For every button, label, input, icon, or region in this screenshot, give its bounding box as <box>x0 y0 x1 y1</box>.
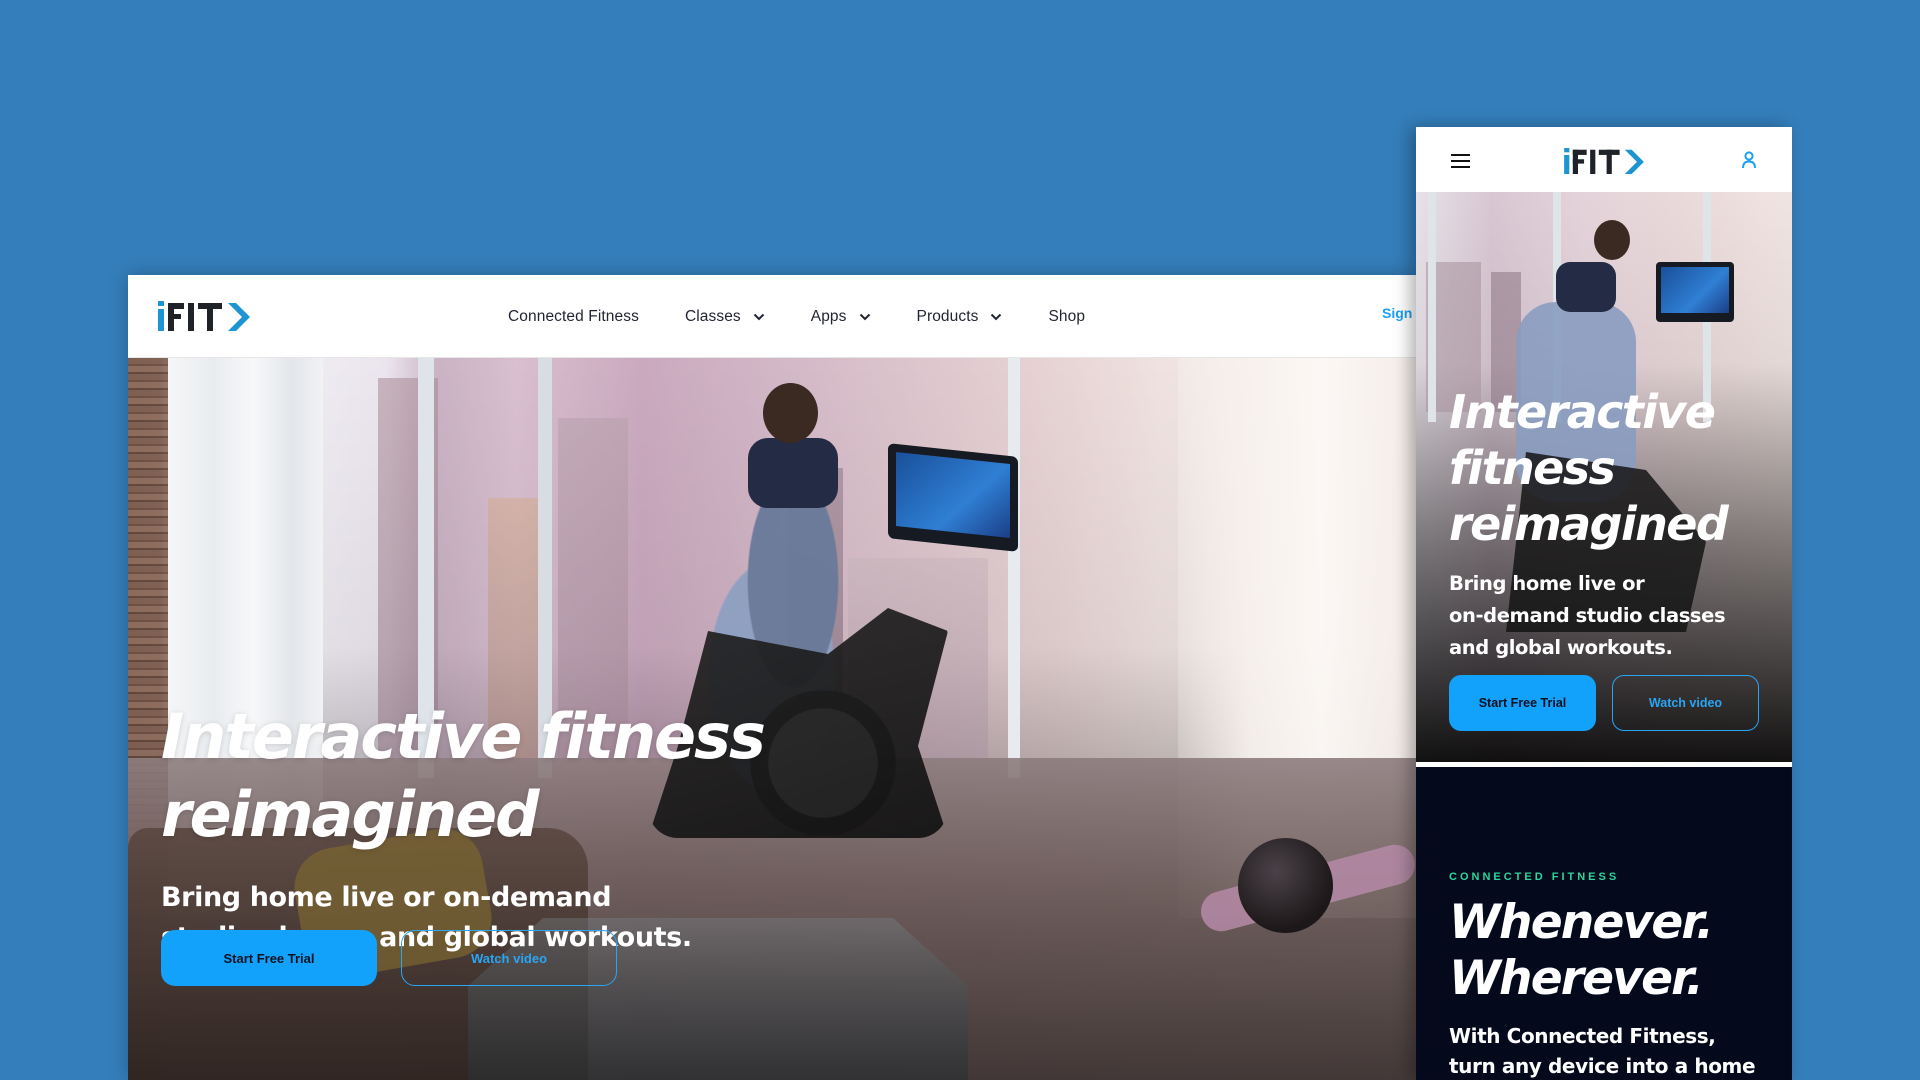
desktop-preview: Connected Fitness Classes Apps Products … <box>128 275 1418 1080</box>
desktop-hero: Interactive fitness reimagined Bring hom… <box>128 358 1418 1080</box>
section-body: With Connected Fitness, turn any device … <box>1449 1021 1779 1080</box>
scene-medicine-ball <box>1238 838 1333 933</box>
mobile-header <box>1416 127 1792 192</box>
section-title-line: Wherever. <box>1449 951 1704 1006</box>
start-free-trial-button[interactable]: Start Free Trial <box>161 930 377 986</box>
scene-rider-head <box>1594 220 1630 260</box>
hero-title-line: fitness <box>1449 441 1616 495</box>
section-title-line: Whenever. <box>1449 895 1714 950</box>
scene-bike-screen-display <box>896 452 1010 538</box>
hero-subtitle: Bring home live or on-demand studio clas… <box>1449 568 1727 664</box>
nav-apps[interactable]: Apps <box>811 308 871 326</box>
section-title: Whenever. Wherever. <box>1449 895 1714 1007</box>
hero-text: Interactive fitness reimagined Bring hom… <box>161 698 766 958</box>
watch-video-button[interactable]: Watch video <box>1612 675 1759 731</box>
nav-shop[interactable]: Shop <box>1048 308 1085 326</box>
nav-products[interactable]: Products <box>917 308 1003 326</box>
chevron-down-icon <box>991 313 1002 320</box>
section-body-line: turn any device into a home <box>1449 1054 1756 1078</box>
scene-window-frame <box>1428 192 1436 422</box>
sign-in-link[interactable]: Sign In <box>1382 305 1418 321</box>
ifit-logo[interactable] <box>158 295 250 337</box>
nav-label: Products <box>916 307 979 325</box>
section-body-line: With Connected Fitness, <box>1449 1024 1716 1048</box>
desktop-navbar: Connected Fitness Classes Apps Products … <box>128 275 1418 358</box>
hero-subtitle-line: and global workouts. <box>1449 636 1673 659</box>
scene-window-frame <box>1008 358 1020 778</box>
ifit-logo-icon <box>158 301 250 331</box>
chevron-down-icon <box>753 313 764 320</box>
hamburger-menu-icon[interactable] <box>1451 154 1470 168</box>
hero-subtitle-line: Bring home live or <box>1449 572 1645 595</box>
ifit-logo-icon <box>1564 148 1644 174</box>
nav-label: Connected Fitness <box>508 307 639 325</box>
hero-subtitle-line: Bring home live or on-demand <box>161 882 612 913</box>
scene-rider-head <box>763 383 818 443</box>
hero-cta-group: Start Free Trial Watch video <box>161 930 617 986</box>
hero-title-line: Interactive fitness <box>161 700 766 773</box>
nav-connected-fitness[interactable]: Connected Fitness <box>508 308 639 326</box>
chevron-down-icon <box>859 313 870 320</box>
mobile-hero: Interactive fitness reimagined Bring hom… <box>1416 192 1792 762</box>
nav-label: Classes <box>684 307 741 325</box>
hero-cta-group: Start Free Trial Watch video <box>1449 675 1759 731</box>
hero-title: Interactive fitness reimagined <box>1449 384 1729 552</box>
hero-title-line: Interactive <box>1449 385 1716 439</box>
user-account-icon[interactable] <box>1741 151 1757 169</box>
ifit-logo[interactable] <box>1564 147 1644 175</box>
section-eyebrow: CONNECTED FITNESS <box>1449 871 1620 883</box>
start-free-trial-button[interactable]: Start Free Trial <box>1449 675 1596 731</box>
watch-video-button[interactable]: Watch video <box>401 930 617 986</box>
nav-classes[interactable]: Classes <box>685 308 765 326</box>
connected-fitness-section: CONNECTED FITNESS Whenever. Wherever. Wi… <box>1416 767 1792 1080</box>
hero-title-line: reimagined <box>161 778 540 851</box>
hero-title-line: reimagined <box>1449 497 1729 551</box>
desktop-main-menu: Connected Fitness Classes Apps Products … <box>508 275 1131 358</box>
scene-bike-screen-display <box>1661 267 1729 313</box>
scene-rider-top <box>748 438 838 508</box>
nav-label: Apps <box>810 307 847 325</box>
mobile-preview: Interactive fitness reimagined Bring hom… <box>1416 127 1792 1080</box>
hero-subtitle-line: on-demand studio classes <box>1449 604 1726 627</box>
scene-rider-top <box>1556 262 1616 312</box>
hero-text: Interactive fitness reimagined Bring hom… <box>1449 384 1729 664</box>
hero-title: Interactive fitness reimagined <box>161 698 766 854</box>
nav-label: Shop <box>1048 307 1086 325</box>
